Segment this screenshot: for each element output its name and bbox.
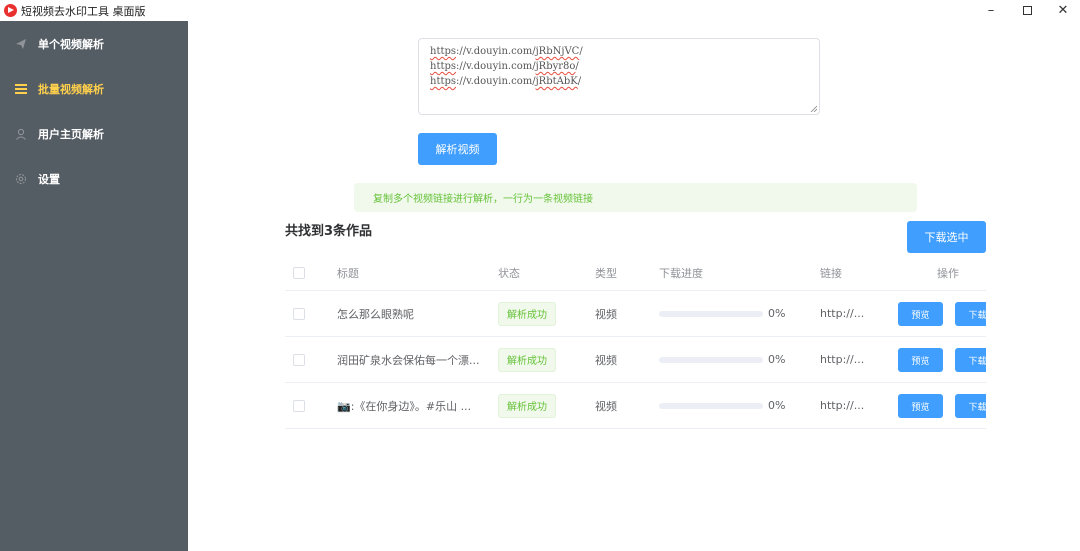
sidebar-item-batch-video[interactable]: 批量视频解析: [0, 66, 188, 111]
column-header-status: 状态: [498, 266, 520, 280]
row-title: 润田矿泉水会保佑每一个漂...: [337, 353, 480, 367]
sidebar-item-single-video[interactable]: 单个视频解析: [0, 21, 188, 66]
app-logo-icon: [4, 4, 17, 17]
sidebar-item-label: 设置: [38, 172, 60, 186]
row-checkbox[interactable]: [293, 353, 305, 366]
parse-video-button[interactable]: 解析视频: [418, 133, 497, 165]
row-title: 📷:《在你身边》。#乐山 ...: [337, 399, 472, 413]
row-link[interactable]: http://...: [820, 291, 864, 336]
maximize-icon: [1022, 6, 1032, 15]
url-line: https://v.douyin.com/jRbNjVC/: [430, 46, 583, 57]
user-icon: [14, 127, 28, 141]
status-badge: 解析成功: [498, 301, 556, 326]
main-content: https://v.douyin.com/jRbNjVC/ https://v.…: [188, 21, 1080, 551]
close-button[interactable]: ✕: [1045, 0, 1080, 21]
tip-alert: 复制多个视频链接进行解析，一行为一条视频链接: [354, 183, 917, 212]
row-title: 怎么那么眼熟呢: [337, 307, 414, 321]
row-link[interactable]: http://...: [820, 383, 864, 428]
preview-button[interactable]: 预览: [898, 394, 943, 418]
preview-button[interactable]: 预览: [898, 302, 943, 326]
table-header: 标题 状态 类型 下载进度 链接 操作: [285, 255, 986, 291]
status-badge: 解析成功: [498, 347, 556, 372]
url-input[interactable]: https://v.douyin.com/jRbNjVC/ https://v.…: [418, 38, 820, 115]
row-checkbox[interactable]: [293, 399, 305, 412]
sidebar: 单个视频解析 批量视频解析 用户主页解析 设置: [0, 21, 188, 551]
row-type: 视频: [595, 399, 617, 413]
result-count: 共找到3条作品: [285, 224, 373, 239]
table-row: 润田矿泉水会保佑每一个漂... 解析成功 视频 0% http://... 预览…: [285, 337, 986, 383]
column-header-progress: 下载进度: [659, 266, 703, 280]
progress-text: 0%: [768, 353, 786, 366]
resize-grip-icon[interactable]: [810, 105, 817, 112]
sidebar-item-label: 批量视频解析: [38, 82, 104, 96]
download-button[interactable]: 下载: [955, 348, 986, 372]
table-row: 怎么那么眼熟呢 解析成功 视频 0% http://... 预览 下载: [285, 291, 986, 337]
progress-text: 0%: [768, 399, 786, 412]
row-type: 视频: [595, 307, 617, 321]
select-all-checkbox[interactable]: [293, 266, 305, 279]
list-icon: [14, 82, 28, 96]
progress-text: 0%: [768, 307, 786, 320]
download-button[interactable]: 下载: [955, 302, 986, 326]
url-line: https://v.douyin.com/jRbtAbK/: [430, 76, 582, 87]
download-selected-button[interactable]: 下载选中: [907, 221, 986, 253]
paper-plane-icon: [14, 37, 28, 51]
column-header-type: 类型: [595, 266, 617, 280]
gear-icon: [14, 172, 28, 186]
sidebar-item-label: 用户主页解析: [38, 127, 104, 141]
sidebar-item-label: 单个视频解析: [38, 37, 104, 51]
column-header-actions: 操作: [937, 266, 959, 280]
title-bar: 短视频去水印工具 桌面版 – ✕: [0, 0, 1080, 21]
preview-button[interactable]: 预览: [898, 348, 943, 372]
window-title: 短视频去水印工具 桌面版: [21, 5, 146, 18]
maximize-button[interactable]: [1009, 0, 1045, 21]
row-checkbox[interactable]: [293, 307, 305, 320]
results-table: 标题 状态 类型 下载进度 链接 操作 怎么那么眼熟呢 解析成功 视频 0% h…: [285, 255, 986, 430]
table-row: 📷:《在你身边》。#乐山 ... 解析成功 视频 0% http://... 预…: [285, 383, 986, 429]
row-type: 视频: [595, 353, 617, 367]
column-header-link: 链接: [820, 266, 842, 280]
minimize-button[interactable]: –: [973, 0, 1009, 21]
status-badge: 解析成功: [498, 393, 556, 418]
download-progress-bar: [659, 356, 763, 363]
sidebar-item-settings[interactable]: 设置: [0, 156, 188, 201]
download-progress-bar: [659, 310, 763, 317]
row-link[interactable]: http://...: [820, 337, 864, 382]
download-progress-bar: [659, 402, 763, 409]
sidebar-item-user-homepage[interactable]: 用户主页解析: [0, 111, 188, 156]
download-button[interactable]: 下载: [955, 394, 986, 418]
url-line: https://v.douyin.com/jRbyr8o/: [430, 61, 579, 72]
column-header-title: 标题: [337, 266, 359, 280]
